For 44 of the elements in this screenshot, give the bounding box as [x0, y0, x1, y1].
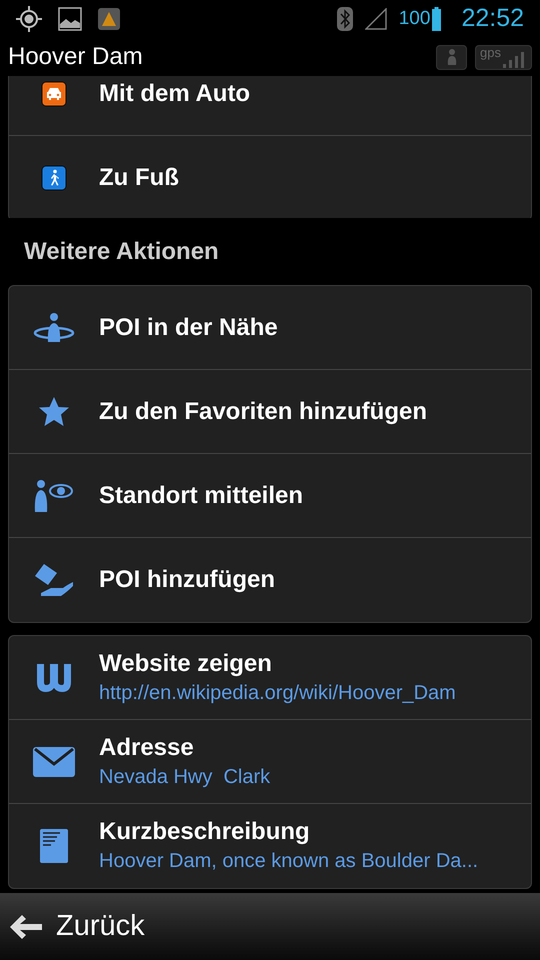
list-item[interactable]: Kurzbeschreibung Hoover Dam, once known as Boulder Da... [9, 804, 531, 888]
battery-level: 100 [398, 6, 430, 31]
item-label: Standort mitteilen [99, 480, 304, 510]
item-label: Website zeigen [99, 648, 273, 678]
w-logo-icon [34, 662, 74, 694]
person-orbit-icon [33, 312, 75, 344]
section-header: Weitere Aktionen [23, 236, 220, 266]
document-icon [40, 829, 68, 863]
item-value: Nevada Hwy Clark [99, 764, 270, 790]
car-icon [41, 80, 67, 106]
item-label: Adresse [99, 732, 195, 762]
item-label: Zu den Favoriten hinzufügen [99, 396, 427, 426]
list-item[interactable]: Website zeigen http://en.wikipedia.org/wiki/Hoover_Dam [9, 636, 531, 720]
hand-diamond-icon [33, 563, 75, 597]
item-label: Zu Fuß [99, 163, 179, 193]
envelope-icon [33, 746, 75, 776]
gps-indicator: gps [475, 44, 532, 70]
list-item[interactable]: Mit dem Auto [9, 76, 531, 136]
list-item[interactable]: Zu Fuß [9, 136, 531, 218]
screen-title: Hoover Dam [8, 42, 144, 72]
list-item[interactable]: POI in der Nähe [9, 286, 531, 370]
clock: 22:52 [461, 3, 524, 34]
star-icon [38, 396, 70, 427]
signal-icon [364, 8, 387, 30]
item-value: http://en.wikipedia.org/wiki/Hoover_Dam [99, 680, 456, 706]
list-item[interactable]: Zu den Favoriten hinzufügen [9, 370, 531, 454]
location-icon [16, 6, 42, 32]
list-item[interactable]: Standort mitteilen [9, 454, 531, 538]
list-item[interactable]: POI hinzufügen [9, 538, 531, 622]
back-button[interactable]: Zurück [8, 904, 145, 948]
item-value: Hoover Dam, once known as Boulder Da... [99, 849, 478, 874]
person-status-icon [436, 44, 467, 70]
item-label: POI hinzufügen [99, 565, 275, 595]
item-label: Mit dem Auto [99, 78, 250, 108]
list-item[interactable]: Adresse Nevada Hwy Clark [9, 720, 531, 804]
image-icon [58, 7, 82, 31]
bluetooth-icon [336, 7, 353, 31]
person-eye-icon [34, 478, 74, 512]
back-arrow-icon [8, 912, 44, 940]
item-label: POI in der Nähe [99, 312, 278, 342]
item-label: Kurzbeschreibung [99, 817, 311, 847]
app-icon [98, 8, 120, 30]
pedestrian-icon [41, 165, 67, 191]
battery-icon [432, 7, 442, 31]
